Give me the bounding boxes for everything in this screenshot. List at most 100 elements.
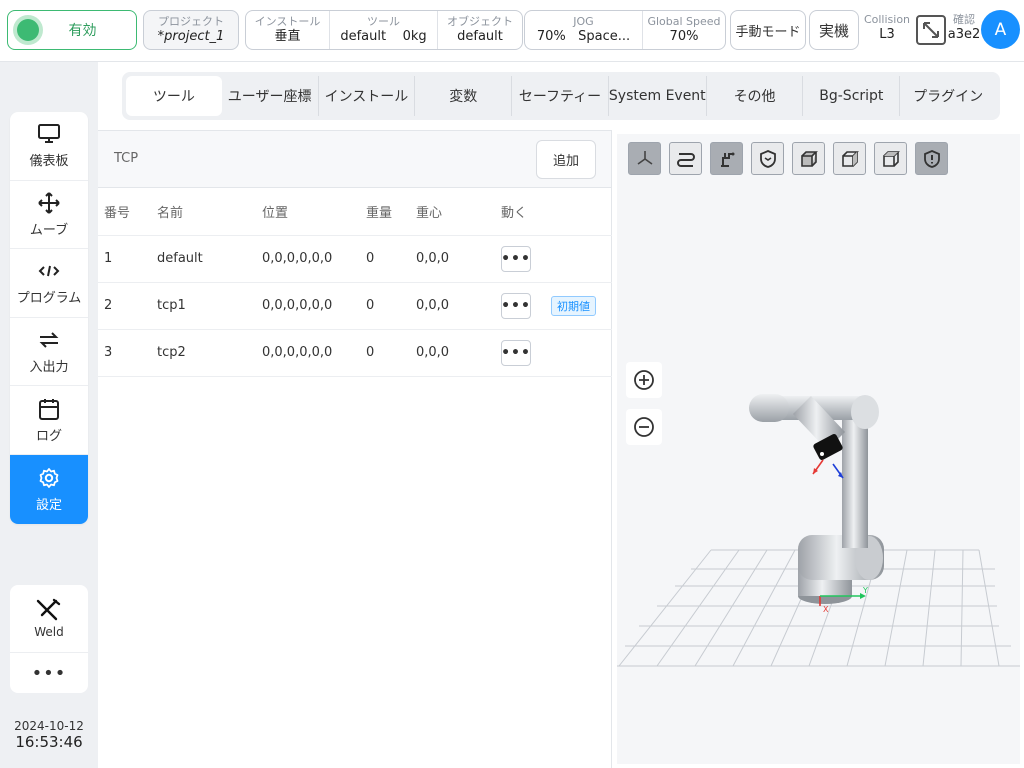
code-icon: [38, 259, 60, 283]
tool-name: default: [340, 29, 387, 44]
confirm-code: 確認 a3e2: [947, 13, 981, 43]
plugin-sidebar: Weld •••: [10, 585, 88, 693]
sidebar-item-weld[interactable]: Weld: [10, 585, 88, 653]
tab-system-event[interactable]: System Event: [609, 76, 707, 116]
sidebar-item-io[interactable]: 入出力: [10, 318, 88, 387]
tcp-panel: TCP 追加 番号 名前 位置 重量 重心 動く 1 default 0,0,0…: [98, 130, 612, 768]
enable-toggle[interactable]: 有効: [7, 10, 137, 50]
calendar-icon: [39, 397, 59, 421]
move-icon: [38, 191, 60, 215]
add-tcp-button[interactable]: 追加: [536, 140, 596, 179]
col-cog: 重心: [416, 188, 501, 236]
cell-move: •••: [501, 235, 551, 283]
robot-arm: [749, 394, 884, 604]
cell-badge: [551, 329, 612, 377]
table-row[interactable]: 3 tcp2 0,0,0,0,0,0 0 0,0,0 •••: [98, 329, 612, 377]
global-speed-value: 70%: [669, 29, 699, 44]
view-robot-icon[interactable]: [710, 142, 743, 175]
cell-move: •••: [501, 282, 551, 330]
view-cube-top-icon[interactable]: [874, 142, 907, 175]
cell-cog: 0,0,0: [416, 235, 501, 283]
table-header-row: 番号 名前 位置 重量 重心 動く: [98, 188, 612, 236]
view-cube-front-icon[interactable]: [792, 142, 825, 175]
tab-other[interactable]: その他: [707, 76, 804, 116]
cell-name: tcp2: [157, 329, 262, 377]
cell-position: 0,0,0,0,0,0: [262, 329, 366, 377]
manual-mode-button[interactable]: 手動モード: [730, 10, 806, 50]
robot-3d-viewer[interactable]: X Y: [617, 134, 1020, 764]
jog-label: JOG: [573, 15, 594, 28]
sidebar-item-label: 設定: [35, 497, 62, 513]
settings-content: ツール ユーザー座標 インストール 変数 セーフティー System Event…: [98, 62, 1024, 768]
jog-percent: 70%: [536, 29, 566, 44]
cell-position: 0,0,0,0,0,0: [262, 235, 366, 283]
table-row[interactable]: 2 tcp1 0,0,0,0,0,0 0 0,0,0 ••• 初期値: [98, 282, 612, 330]
install-segment[interactable]: インストール 垂直: [246, 11, 330, 49]
collision-level[interactable]: Collision L3: [862, 13, 912, 43]
tool-weight: 0kg: [402, 29, 427, 44]
tab-variables[interactable]: 変数: [415, 76, 513, 116]
robot-scene: X Y: [617, 394, 1020, 667]
col-extra: [551, 188, 612, 236]
object-segment[interactable]: オブジェクト default: [438, 11, 522, 49]
settings-tabs: ツール ユーザー座標 インストール 変数 セーフティー System Event…: [122, 72, 1000, 120]
tab-safety[interactable]: セーフティー: [512, 76, 609, 116]
real-machine-button[interactable]: 実機: [809, 10, 859, 50]
view-shield-icon[interactable]: [751, 142, 784, 175]
tool-segment[interactable]: ツール default 0kg: [330, 11, 438, 49]
tab-tool[interactable]: ツール: [126, 76, 222, 116]
view-cube-side-icon[interactable]: [833, 142, 866, 175]
cell-weight: 0: [366, 235, 416, 283]
x-axis-label: X: [823, 605, 829, 614]
tab-plugin[interactable]: プラグイン: [900, 76, 996, 116]
y-axis-label: Y: [862, 586, 868, 595]
clock-date: 2024-10-12: [14, 719, 84, 733]
sidebar-item-log[interactable]: ログ: [10, 386, 88, 455]
monitor-icon: [38, 122, 60, 146]
row-more-button[interactable]: •••: [501, 292, 531, 319]
project-selector[interactable]: プロジェクト *project_1: [143, 10, 239, 50]
user-avatar[interactable]: A: [981, 10, 1020, 49]
more-apps-button[interactable]: •••: [10, 653, 88, 693]
project-value: *project_1: [157, 29, 225, 44]
fullscreen-icon[interactable]: [915, 14, 947, 46]
view-path-icon[interactable]: [669, 142, 702, 175]
tab-install[interactable]: インストール: [319, 76, 416, 116]
main-sidebar: 儀表板 ムーブ プログラム 入出力 ログ 設定: [10, 112, 88, 524]
sidebar-item-move[interactable]: ムーブ: [10, 181, 88, 250]
enable-label: 有効: [68, 23, 97, 39]
tab-user-frame[interactable]: ユーザー座標: [222, 76, 319, 116]
system-clock: 2024-10-12 16:53:46: [8, 719, 90, 751]
cell-number: 3: [98, 329, 157, 377]
zoom-in-icon[interactable]: [626, 362, 662, 398]
install-value: 垂直: [274, 29, 301, 44]
top-status-bar: 有効 プロジェクト *project_1 インストール 垂直 ツール defau…: [0, 0, 1024, 62]
sidebar-item-settings[interactable]: 設定: [10, 454, 88, 524]
view-safety-alert-icon[interactable]: [915, 142, 948, 175]
global-speed-segment[interactable]: Global Speed 70%: [643, 11, 725, 49]
cell-badge: [551, 235, 612, 283]
row-more-button[interactable]: •••: [501, 245, 531, 272]
sidebar-item-label: プログラム: [16, 291, 82, 307]
sidebar-item-label: ログ: [35, 428, 62, 444]
zoom-out-icon[interactable]: [626, 409, 662, 445]
cell-weight: 0: [366, 329, 416, 377]
sidebar-item-program[interactable]: プログラム: [10, 249, 88, 318]
status-dot-icon: [17, 19, 39, 41]
col-name: 名前: [157, 188, 262, 236]
view-axes-icon[interactable]: [628, 142, 661, 175]
cell-cog: 0,0,0: [416, 329, 501, 377]
table-row[interactable]: 1 default 0,0,0,0,0,0 0 0,0,0 •••: [98, 235, 612, 283]
jog-segment[interactable]: JOG 70% Space...: [525, 11, 643, 49]
tcp-panel-header: TCP 追加: [98, 131, 611, 188]
cell-cog: 0,0,0: [416, 282, 501, 330]
install-tool-object-group[interactable]: インストール 垂直 ツール default 0kg オブジェクト default: [245, 10, 523, 50]
tcp-table: 番号 名前 位置 重量 重心 動く 1 default 0,0,0,0,0,0 …: [98, 188, 612, 377]
tab-bg-script[interactable]: Bg-Script: [803, 76, 901, 116]
install-label: インストール: [254, 15, 321, 28]
jog-value: 70% Space...: [525, 28, 642, 45]
row-more-button[interactable]: •••: [501, 339, 531, 366]
jog-speed-group[interactable]: JOG 70% Space... Global Speed 70%: [524, 10, 726, 50]
object-value: default: [457, 29, 503, 44]
sidebar-item-dashboard[interactable]: 儀表板: [10, 112, 88, 181]
